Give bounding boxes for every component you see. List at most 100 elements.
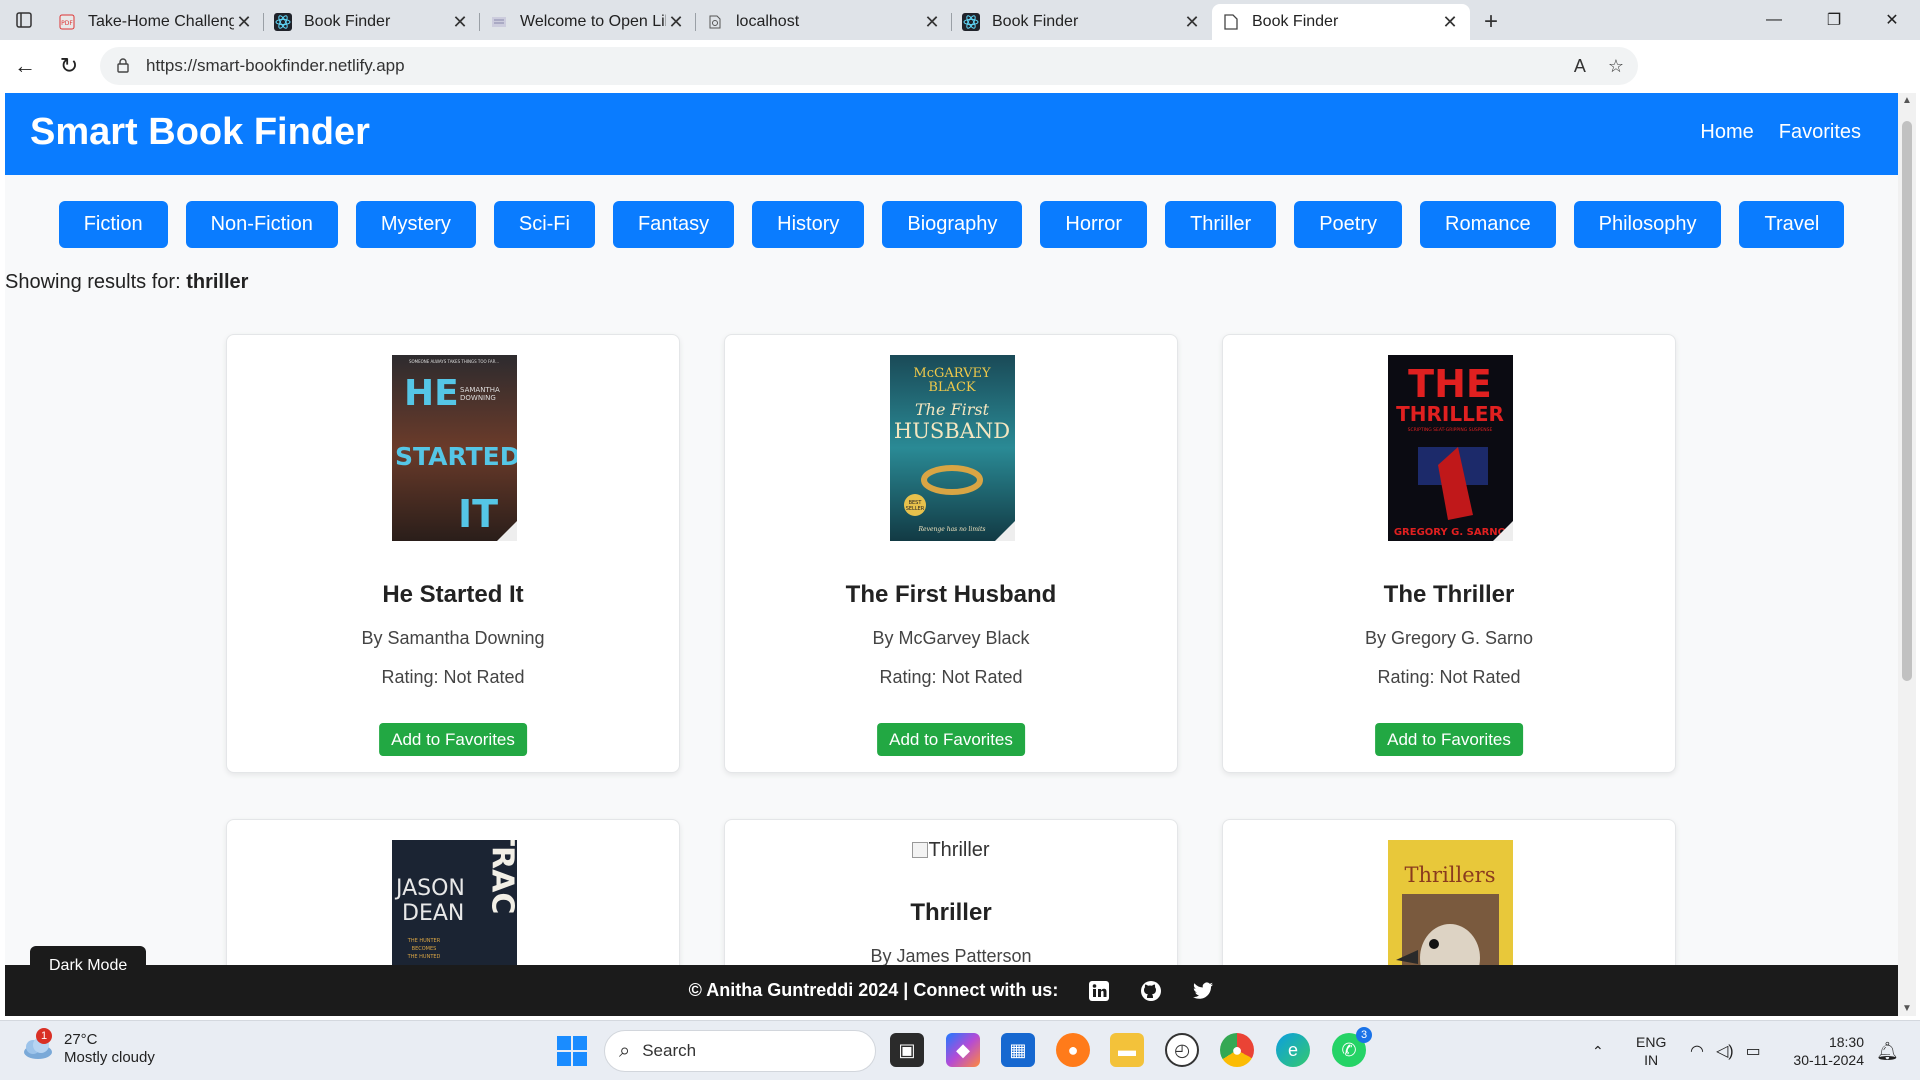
- header-nav: Home Favorites: [1700, 121, 1861, 144]
- browser-tab[interactable]: localhost ✕: [696, 4, 952, 40]
- genre-button-non-fiction[interactable]: Non-Fiction: [185, 201, 338, 248]
- site-footer: © Anitha Guntreddi 2024 | Connect with u…: [5, 965, 1898, 1016]
- genre-button-biography[interactable]: Biography: [882, 201, 1023, 248]
- page-viewport: Smart Book Finder Home Favorites Fiction…: [5, 93, 1898, 1016]
- close-tab-icon[interactable]: ✕: [922, 12, 942, 33]
- new-tab-button[interactable]: +: [1470, 4, 1512, 40]
- genre-button-mystery[interactable]: Mystery: [355, 201, 476, 248]
- close-tab-icon[interactable]: ✕: [1182, 12, 1202, 33]
- browser-tab-active[interactable]: Book Finder ✕: [1212, 4, 1470, 40]
- close-window-icon[interactable]: ✕: [1864, 0, 1920, 40]
- github-icon[interactable]: [1140, 980, 1162, 1002]
- genre-button-philosophy[interactable]: Philosophy: [1573, 201, 1722, 248]
- clock[interactable]: 18:30 30-11-2024: [1784, 1021, 1864, 1081]
- chrome-icon[interactable]: ●: [1220, 1033, 1254, 1067]
- genre-button-history[interactable]: History: [752, 201, 865, 248]
- whatsapp-icon[interactable]: ✆ 3: [1332, 1027, 1372, 1067]
- battery-icon: ▭: [1745, 1043, 1761, 1060]
- read-aloud-icon[interactable]: A: [1574, 56, 1586, 77]
- cover-text: HE: [404, 373, 459, 414]
- cover-text: STARTED: [395, 442, 517, 471]
- book-author: By Samantha Downing: [361, 628, 545, 648]
- genre-button-fantasy[interactable]: Fantasy: [612, 201, 735, 248]
- restore-icon[interactable]: ❐: [1806, 0, 1862, 40]
- tab-actions-icon[interactable]: [0, 0, 48, 40]
- genre-button-horror[interactable]: Horror: [1040, 201, 1148, 248]
- cover-text: SAMANTHA: [460, 386, 500, 394]
- react-icon: [962, 13, 980, 31]
- dark-mode-toggle[interactable]: Dark Mode: [30, 946, 147, 986]
- nav-home-link[interactable]: Home: [1700, 121, 1753, 144]
- globe-icon: [706, 13, 724, 31]
- react-icon: [274, 13, 292, 31]
- edge-icon[interactable]: e: [1276, 1033, 1310, 1067]
- url-field[interactable]: https://smart-bookfinder.netlify.app A ☆: [100, 47, 1638, 85]
- back-icon[interactable]: ←: [3, 46, 47, 86]
- cloud-icon: 1: [20, 1028, 54, 1066]
- cover-text: McGARVEY: [913, 366, 991, 381]
- linkedin-icon[interactable]: [1088, 980, 1110, 1002]
- taskbar-search-box[interactable]: ⌕ Search: [604, 1030, 876, 1072]
- close-tab-icon[interactable]: ✕: [234, 12, 254, 33]
- close-tab-icon[interactable]: ✕: [450, 12, 470, 33]
- browser-tab[interactable]: Welcome to Open Library | C ✕: [480, 4, 696, 40]
- store-icon[interactable]: ▦: [1001, 1033, 1035, 1067]
- close-tab-icon[interactable]: ✕: [1440, 12, 1460, 33]
- language-code: ENG: [1636, 1034, 1667, 1050]
- language-indicator[interactable]: ENG IN: [1636, 1021, 1666, 1081]
- close-tab-icon[interactable]: ✕: [666, 12, 686, 33]
- book-title: Thriller: [910, 899, 992, 926]
- book-title: The First Husband: [845, 581, 1057, 608]
- page-scrollbar[interactable]: ▲ ▼: [1898, 93, 1916, 1016]
- twitter-icon[interactable]: [1192, 980, 1214, 1002]
- scrollbar-thumb[interactable]: [1902, 121, 1912, 681]
- genre-button-travel[interactable]: Travel: [1739, 201, 1845, 248]
- favorite-star-icon[interactable]: ☆: [1608, 56, 1624, 77]
- add-to-favorites-button[interactable]: Add to Favorites: [877, 723, 1025, 756]
- clock-app-icon[interactable]: ◴: [1165, 1033, 1199, 1067]
- notifications-icon[interactable]: 🔔︎: [1876, 1021, 1899, 1081]
- book-cover-image[interactable]: SOMEONE ALWAYS TAKES THINGS TOO FAR... H…: [392, 355, 517, 541]
- genre-button-poetry[interactable]: Poetry: [1294, 201, 1403, 248]
- broken-cover-image[interactable]: Thriller: [725, 839, 1177, 862]
- cover-text: The First: [915, 400, 990, 419]
- cover-text: Thrillers: [1405, 863, 1496, 887]
- scroll-down-icon[interactable]: ▼: [1898, 1003, 1916, 1014]
- cover-text: TRAC: [485, 840, 518, 914]
- add-to-favorites-button[interactable]: Add to Favorites: [379, 723, 527, 756]
- footer-text: © Anitha Guntreddi 2024 | Connect with u…: [688, 980, 1059, 1000]
- nav-favorites-link[interactable]: Favorites: [1779, 121, 1861, 144]
- genre-button-romance[interactable]: Romance: [1420, 201, 1556, 248]
- cover-text: SOMEONE ALWAYS TAKES THINGS TOO FAR...: [409, 359, 499, 364]
- task-view-icon[interactable]: ▣: [890, 1033, 924, 1067]
- scroll-up-icon[interactable]: ▲: [1898, 95, 1916, 106]
- site-brand[interactable]: Smart Book Finder: [30, 111, 370, 154]
- windows-start-icon[interactable]: [556, 1035, 588, 1067]
- cover-text: THE HUNTER: [407, 938, 441, 944]
- book-cover-image[interactable]: THE THRILLER SCRIPTING SEAT-GRIPPING SUS…: [1388, 355, 1513, 541]
- genre-button-sci-fi[interactable]: Sci-Fi: [493, 201, 595, 248]
- browser-tab[interactable]: Book Finder ✕: [952, 4, 1212, 40]
- genre-button-fiction[interactable]: Fiction: [58, 201, 168, 248]
- browser-tab[interactable]: PDF Take-Home Challenge for UI ✕: [48, 4, 264, 40]
- book-title: The Thriller: [1383, 581, 1515, 608]
- whatsapp-badge: 3: [1356, 1027, 1372, 1043]
- genre-button-thriller[interactable]: Thriller: [1165, 201, 1277, 248]
- browser-tab[interactable]: Book Finder ✕: [264, 4, 480, 40]
- book-author: By Gregory G. Sarno: [1364, 628, 1534, 648]
- minimize-icon[interactable]: —: [1746, 0, 1802, 40]
- tray-overflow-icon[interactable]: ⌃: [1592, 1021, 1604, 1081]
- weather-widget[interactable]: 1 27°C Mostly cloudy: [20, 1028, 155, 1067]
- firefox-icon[interactable]: ●: [1056, 1033, 1090, 1067]
- copilot-app-icon[interactable]: ◆: [946, 1033, 980, 1067]
- book-author: By James Patterson: [870, 946, 1032, 966]
- site-header: Smart Book Finder Home Favorites: [5, 93, 1898, 175]
- book-cover-image[interactable]: McGARVEY BLACK The First HUSBAND BEST SE…: [890, 355, 1015, 541]
- social-links: [1088, 980, 1214, 1002]
- add-to-favorites-button[interactable]: Add to Favorites: [1375, 723, 1523, 756]
- system-tray-icons[interactable]: ◠ ◁) ▭: [1690, 1021, 1761, 1081]
- results-query: thriller: [186, 271, 249, 293]
- file-explorer-icon[interactable]: ▬: [1110, 1033, 1144, 1067]
- volume-icon: ◁): [1715, 1043, 1734, 1060]
- reload-icon[interactable]: ↻: [47, 46, 91, 86]
